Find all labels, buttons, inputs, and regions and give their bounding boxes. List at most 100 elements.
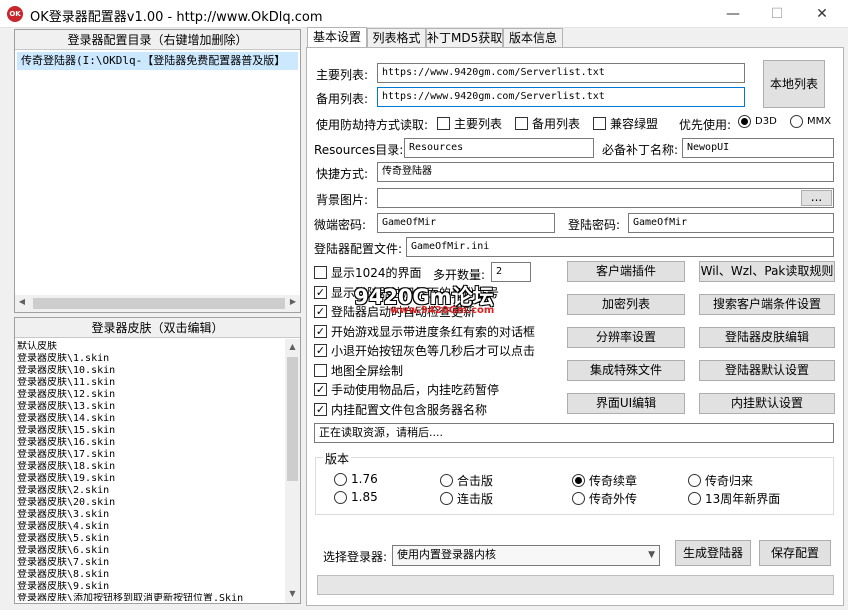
launcher-select[interactable]: 使用内置登录器内核 ▼: [392, 545, 660, 566]
action-button[interactable]: 内挂默认设置: [699, 393, 835, 414]
skin-list-item[interactable]: 登录器皮肤\19.skin: [17, 473, 285, 485]
action-button[interactable]: 搜索客户端条件设置: [699, 294, 835, 315]
version-radio[interactable]: 传奇续章: [572, 472, 637, 489]
version-radio[interactable]: 传奇外传: [572, 490, 637, 507]
priority-mmx-radio[interactable]: MMX: [790, 115, 831, 128]
option-checkbox[interactable]: ✓ 内挂配置文件包含服务器名称: [314, 401, 487, 418]
micro-pwd-input[interactable]: GameOfMir: [377, 213, 555, 233]
skin-list-item[interactable]: 登录器皮肤\4.skin: [17, 521, 285, 533]
action-button[interactable]: 界面UI编辑: [567, 393, 685, 414]
skin-list-item[interactable]: 登录器皮肤\5.skin: [17, 533, 285, 545]
skin-list-item[interactable]: 登录器皮肤\16.skin: [17, 437, 285, 449]
background-input[interactable]: [377, 188, 834, 208]
skin-list-item[interactable]: 登录器皮肤\13.skin: [17, 401, 285, 413]
option-checkbox[interactable]: ✓ 手动使用物品后，内挂吃药暂停: [314, 381, 499, 398]
scroll-right-icon[interactable]: ▶: [286, 297, 300, 306]
skin-list-item[interactable]: 登录器皮肤\17.skin: [17, 449, 285, 461]
skin-list-item[interactable]: 登录器皮肤\9.skin: [17, 581, 285, 593]
action-button[interactable]: 登陆器默认设置: [699, 360, 835, 381]
maximize-button[interactable]: ☐: [754, 0, 800, 28]
shortcut-input[interactable]: 传奇登陆器: [377, 162, 834, 182]
option-checkbox[interactable]: ✓ 开始游戏显示带进度条红有索的对话框: [314, 323, 535, 340]
radio-circle[interactable]: [790, 115, 803, 128]
multi-count-input[interactable]: 2: [491, 262, 531, 282]
scroll-up-icon[interactable]: ▲: [285, 342, 300, 351]
anti-hijack-backup-checkbox[interactable]: 备用列表: [515, 115, 580, 132]
backup-list-input[interactable]: https://www.9420gm.com/Serverlist.txt: [377, 87, 745, 107]
action-button[interactable]: 分辨率设置: [567, 327, 685, 348]
login-pwd-input[interactable]: GameOfMir: [628, 213, 834, 233]
checkmark-icon[interactable]: ✓: [314, 285, 327, 299]
action-button[interactable]: 客户端插件: [567, 261, 685, 282]
version-radio[interactable]: 1.85: [334, 490, 378, 504]
config-list-item[interactable]: 传奇登陆器(I:\OKDlq-【登陆器免费配置器普及版】: [17, 52, 298, 70]
skin-list-item[interactable]: 登录器皮肤\15.skin: [17, 425, 285, 437]
version-radio[interactable]: 13周年新界面: [688, 490, 780, 507]
checkbox-box[interactable]: [593, 117, 606, 130]
action-button[interactable]: 集成特殊文件: [567, 360, 685, 381]
checkmark-icon[interactable]: ✓: [314, 383, 327, 396]
radio-circle[interactable]: [572, 492, 585, 505]
radio-circle[interactable]: [334, 490, 347, 504]
skin-list-item[interactable]: 登录器皮肤\7.skin: [17, 557, 285, 569]
browse-button[interactable]: ...: [801, 190, 832, 206]
skin-list-item[interactable]: 登录器皮肤\14.skin: [17, 413, 285, 425]
radio-circle[interactable]: [440, 474, 453, 487]
option-checkbox[interactable]: ✓ 小退开始按钮灰色等几秒后才可以点击: [314, 342, 535, 359]
option-checkbox[interactable]: 地图全屏绘制: [314, 362, 403, 379]
skin-list-item[interactable]: 登录器皮肤\6.skin: [17, 545, 285, 557]
horizontal-scrollbar[interactable]: ◀ ▶: [15, 295, 300, 312]
skin-list-item[interactable]: 登录器皮肤\1.skin: [17, 353, 285, 365]
skin-list-item[interactable]: 登录器皮肤\20.skin: [17, 497, 285, 509]
compat-green-checkbox[interactable]: 兼容绿盟: [593, 115, 658, 132]
radio-circle[interactable]: [688, 492, 701, 505]
checkbox-box[interactable]: [314, 266, 327, 279]
version-radio[interactable]: 连击版: [440, 490, 493, 507]
main-list-input[interactable]: https://www.9420gm.com/Serverlist.txt: [377, 63, 745, 83]
radio-circle[interactable]: [688, 474, 701, 487]
anti-hijack-main-checkbox[interactable]: 主要列表: [437, 115, 502, 132]
tab-list-format[interactable]: 列表格式: [367, 28, 426, 48]
checkmark-icon[interactable]: ✓: [314, 324, 327, 338]
scroll-down-icon[interactable]: ▼: [285, 589, 300, 598]
vertical-scrollbar[interactable]: ▲ ▼: [285, 339, 300, 603]
priority-d3d-radio[interactable]: D3D: [738, 115, 777, 128]
action-button[interactable]: 登陆器皮肤编辑: [699, 327, 835, 348]
action-button[interactable]: 加密列表: [567, 294, 685, 315]
tab-patch-md5[interactable]: 补丁MD5获取: [426, 28, 503, 48]
tab-version-info[interactable]: 版本信息: [503, 28, 563, 48]
skin-list-item[interactable]: 登录器皮肤\18.skin: [17, 461, 285, 473]
scroll-thumb[interactable]: [287, 357, 298, 481]
skin-list-item[interactable]: 登录器皮肤\3.skin: [17, 509, 285, 521]
version-radio[interactable]: 1.76: [334, 472, 378, 486]
scroll-left-icon[interactable]: ◀: [15, 297, 29, 306]
skin-list-item[interactable]: 登录器皮肤\10.skin: [17, 365, 285, 377]
minimize-button[interactable]: —: [710, 0, 756, 28]
generate-launcher-button[interactable]: 生成登陆器: [675, 540, 751, 566]
save-config-button[interactable]: 保存配置: [759, 540, 831, 566]
resources-input[interactable]: Resources: [404, 138, 594, 158]
radio-circle[interactable]: [738, 115, 751, 128]
version-radio[interactable]: 合击版: [440, 472, 493, 489]
skin-list-item[interactable]: 登录器皮肤\8.skin: [17, 569, 285, 581]
checkmark-icon[interactable]: ✓: [314, 402, 327, 416]
action-button[interactable]: Wil、Wzl、Pak读取规则: [699, 261, 835, 282]
radio-circle[interactable]: [334, 472, 347, 486]
skin-list-item[interactable]: 登录器皮肤\12.skin: [17, 389, 285, 401]
option-checkbox[interactable]: 显示1024的界面: [314, 264, 422, 281]
skin-list-item[interactable]: 登录器皮肤\2.skin: [17, 485, 285, 497]
checkbox-box[interactable]: [515, 117, 528, 130]
skin-list-item[interactable]: 登录器皮肤\11.skin: [17, 377, 285, 389]
checkbox-box[interactable]: [437, 117, 450, 130]
version-radio[interactable]: 传奇归来: [688, 472, 753, 489]
tab-basic-settings[interactable]: 基本设置: [307, 27, 367, 49]
radio-circle[interactable]: [440, 492, 453, 505]
chevron-down-icon[interactable]: ▼: [648, 546, 655, 564]
scroll-thumb[interactable]: [33, 298, 285, 309]
required-patch-input[interactable]: NewopUI: [682, 138, 834, 158]
checkbox-box[interactable]: [314, 363, 327, 377]
checkmark-icon[interactable]: ✓: [314, 305, 327, 318]
local-list-button[interactable]: 本地列表: [763, 60, 825, 108]
radio-circle[interactable]: [572, 474, 585, 487]
config-file-input[interactable]: GameOfMir.ini: [406, 237, 834, 257]
